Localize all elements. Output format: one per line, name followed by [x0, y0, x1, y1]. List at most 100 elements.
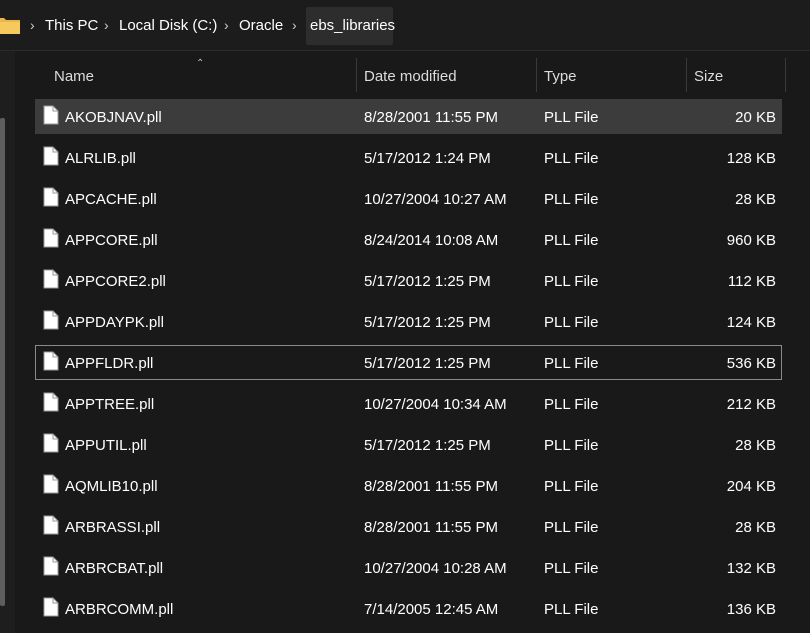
navigation-scrollbar[interactable]: [0, 118, 5, 606]
column-divider[interactable]: [686, 58, 687, 92]
column-header-row: ⌃ Name Date modified Type Size: [36, 58, 786, 92]
file-row[interactable]: APPFLDR.pll 5/17/2012 1:25 PM PLL File 5…: [35, 345, 782, 380]
file-type: PLL File: [544, 478, 599, 495]
file-row[interactable]: APPCORE2.pll 5/17/2012 1:25 PM PLL File …: [35, 263, 782, 298]
column-header-size[interactable]: Size: [694, 68, 723, 85]
file-size: 128 KB: [726, 150, 776, 167]
file-icon: [43, 187, 59, 207]
breadcrumb-ebs-libraries[interactable]: ebs_libraries: [306, 7, 396, 45]
file-size: 28 KB: [735, 519, 776, 536]
file-icon: [43, 105, 59, 125]
file-name: ARBRASSI.pll: [65, 519, 161, 536]
column-header-date-modified[interactable]: Date modified: [364, 68, 457, 85]
folder-icon: [0, 18, 20, 34]
file-type: PLL File: [544, 273, 599, 290]
file-row[interactable]: ARBRCBAT.pll 10/27/2004 10:28 AM PLL Fil…: [35, 550, 782, 585]
file-row[interactable]: APCACHE.pll 10/27/2004 10:27 AM PLL File…: [35, 181, 782, 216]
file-icon: [43, 515, 59, 535]
file-type: PLL File: [544, 601, 599, 618]
file-date-modified: 8/24/2014 10:08 AM: [364, 232, 499, 249]
file-row[interactable]: ARBRASSI.pll 8/28/2001 11:55 PM PLL File…: [35, 509, 782, 544]
file-size: 212 KB: [726, 396, 776, 413]
file-name: ALRLIB.pll: [65, 150, 136, 167]
address-bar[interactable]: › This PC › Local Disk (C:) › Oracle › e…: [0, 0, 810, 51]
file-icon: [43, 351, 59, 371]
file-icon: [43, 556, 59, 576]
file-name: AQMLIB10.pll: [65, 478, 158, 495]
file-row[interactable]: APPCORE.pll 8/24/2014 10:08 AM PLL File …: [35, 222, 782, 257]
file-icon: [43, 310, 59, 330]
file-size: 28 KB: [735, 437, 776, 454]
breadcrumb-current-label: ebs_libraries: [310, 17, 396, 34]
file-date-modified: 8/28/2001 11:55 PM: [364, 109, 498, 126]
file-date-modified: 10/27/2004 10:27 AM: [364, 191, 507, 208]
file-date-modified: 5/17/2012 1:25 PM: [364, 437, 491, 454]
file-row[interactable]: ALRLIB.pll 5/17/2012 1:24 PM PLL File 12…: [35, 140, 782, 175]
file-name: APPCORE2.pll: [65, 273, 166, 290]
file-icon: [43, 597, 59, 617]
file-date-modified: 10/27/2004 10:34 AM: [364, 396, 507, 413]
file-name: APCACHE.pll: [65, 191, 157, 208]
file-type: PLL File: [544, 150, 599, 167]
file-name: APPUTIL.pll: [65, 437, 147, 454]
file-type: PLL File: [544, 109, 599, 126]
file-type: PLL File: [544, 437, 599, 454]
file-name: APPFLDR.pll: [65, 355, 154, 372]
file-size: 28 KB: [735, 191, 776, 208]
file-row[interactable]: AKOBJNAV.pll 8/28/2001 11:55 PM PLL File…: [35, 99, 782, 134]
chevron-right-icon[interactable]: ›: [104, 17, 109, 33]
file-name: APPDAYPK.pll: [65, 314, 164, 331]
file-size: 536 KB: [726, 355, 776, 372]
file-date-modified: 7/14/2005 12:45 AM: [364, 601, 499, 618]
file-date-modified: 8/28/2001 11:55 PM: [364, 478, 498, 495]
file-date-modified: 8/28/2001 11:55 PM: [364, 519, 498, 536]
file-row[interactable]: APPDAYPK.pll 5/17/2012 1:25 PM PLL File …: [35, 304, 782, 339]
file-type: PLL File: [544, 519, 599, 536]
file-name: ARBRCOMM.pll: [65, 601, 174, 618]
chevron-right-icon[interactable]: ›: [292, 17, 297, 33]
breadcrumb-local-disk[interactable]: Local Disk (C:): [119, 17, 217, 34]
column-divider[interactable]: [536, 58, 537, 92]
breadcrumb-this-pc[interactable]: This PC: [45, 17, 98, 34]
file-type: PLL File: [544, 560, 599, 577]
file-size: 124 KB: [726, 314, 776, 331]
file-icon: [43, 146, 59, 166]
file-type: PLL File: [544, 355, 599, 372]
file-type: PLL File: [544, 314, 599, 331]
file-icon: [43, 228, 59, 248]
file-name: ARBRCBAT.pll: [65, 560, 164, 577]
file-list: AKOBJNAV.pll 8/28/2001 11:55 PM PLL File…: [35, 99, 782, 632]
file-row[interactable]: ARBRCOMM.pll 7/14/2005 12:45 AM PLL File…: [35, 591, 782, 626]
file-size: 20 KB: [735, 109, 776, 126]
column-divider[interactable]: [356, 58, 357, 92]
file-size: 112 KB: [727, 273, 776, 290]
file-size: 132 KB: [726, 560, 776, 577]
file-name: AKOBJNAV.pll: [65, 109, 162, 126]
file-size: 960 KB: [726, 232, 776, 249]
file-type: PLL File: [544, 191, 599, 208]
chevron-right-icon[interactable]: ›: [224, 17, 229, 33]
file-row[interactable]: AQMLIB10.pll 8/28/2001 11:55 PM PLL File…: [35, 468, 782, 503]
file-type: PLL File: [544, 396, 599, 413]
file-name: APPTREE.pll: [65, 396, 155, 413]
file-icon: [43, 474, 59, 494]
chevron-right-icon[interactable]: ›: [30, 17, 35, 33]
file-name: APPCORE.pll: [65, 232, 158, 249]
file-date-modified: 5/17/2012 1:25 PM: [364, 314, 491, 331]
breadcrumb-oracle[interactable]: Oracle: [239, 17, 283, 34]
file-icon: [43, 269, 59, 289]
file-size: 136 KB: [726, 601, 776, 618]
file-row[interactable]: APPUTIL.pll 5/17/2012 1:25 PM PLL File 2…: [35, 427, 782, 462]
file-icon: [43, 392, 59, 412]
column-header-type[interactable]: Type: [544, 68, 577, 85]
file-row[interactable]: APPTREE.pll 10/27/2004 10:34 AM PLL File…: [35, 386, 782, 421]
file-date-modified: 10/27/2004 10:28 AM: [364, 560, 507, 577]
file-size: 204 KB: [726, 478, 776, 495]
sort-up-icon: ⌃: [196, 58, 205, 69]
file-icon: [43, 433, 59, 453]
column-header-name[interactable]: Name: [54, 68, 94, 85]
column-divider[interactable]: [785, 58, 786, 92]
file-type: PLL File: [544, 232, 599, 249]
file-date-modified: 5/17/2012 1:25 PM: [364, 273, 491, 290]
file-date-modified: 5/17/2012 1:25 PM: [364, 355, 491, 372]
